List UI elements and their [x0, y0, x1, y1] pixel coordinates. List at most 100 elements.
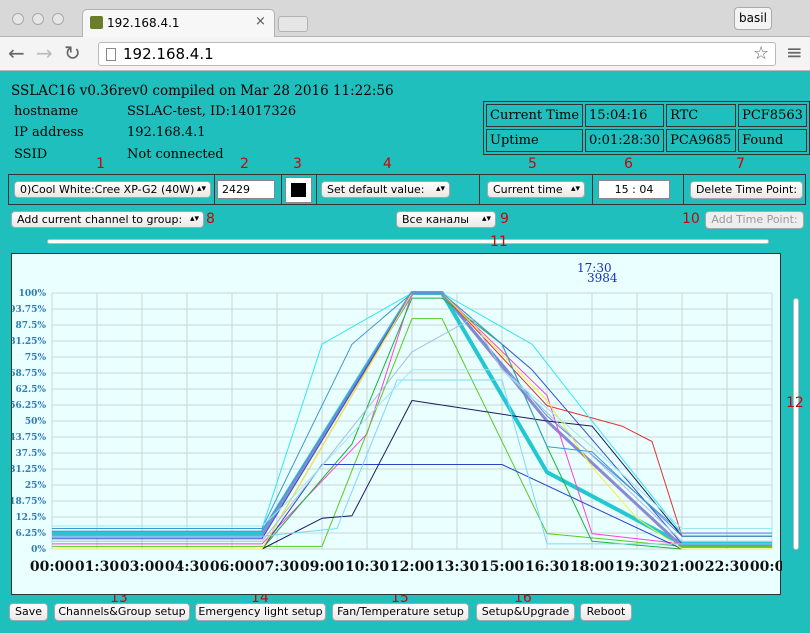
y-tick-label: 31.25%: [12, 465, 46, 475]
x-tick-label: 09:00: [300, 559, 344, 575]
y-tick-label: 93.75%: [12, 305, 46, 315]
browser-tab[interactable]: 192.168.4.1 ×: [82, 9, 275, 38]
url-text[interactable]: 192.168.4.1: [123, 45, 214, 63]
chart-svg[interactable]: 100% 93.75% 87.5% 81.25% 75% 68.75% 62.5% 56.25…: [9, 254, 794, 596]
group-select[interactable]: Add current channel to group: ▴▾: [11, 211, 204, 228]
y-tick-label: 87.5%: [16, 321, 47, 331]
time-input[interactable]: 15 : 04: [598, 180, 670, 199]
minimize-window-icon[interactable]: [32, 13, 44, 25]
page-title: SSLAC16 v0.36rev0 compiled on Mar 28 201…: [11, 83, 394, 99]
x-tick-label: 10:30: [345, 559, 389, 575]
marker-3: 3: [293, 156, 302, 172]
save-button[interactable]: Save: [9, 603, 48, 621]
marker-12: 12: [786, 395, 804, 411]
value-slider[interactable]: [793, 298, 799, 550]
color-picker[interactable]: [285, 177, 312, 203]
browser-toolbar: ← → ↻ 192.168.4.1 ☆ ≡: [0, 37, 810, 71]
schedule-chart[interactable]: 100% 93.75% 87.5% 81.25% 75% 68.75% 62.5% 56.25…: [9, 253, 794, 596]
default-value-text: Set default value:: [327, 183, 425, 196]
x-tick-label: 00:00: [30, 559, 74, 575]
marker-5: 5: [528, 156, 537, 172]
default-value-select[interactable]: Set default value: ▴▾: [321, 181, 450, 198]
chevron-down-icon: ▴▾: [196, 184, 206, 194]
setup-upgrade-button[interactable]: Setup&Upgrade: [476, 603, 575, 621]
profile-button[interactable]: basil: [734, 7, 772, 30]
reboot-button[interactable]: Reboot: [580, 603, 632, 621]
x-tick-label: 04:30: [165, 559, 209, 575]
channels-group-setup-button[interactable]: Channels&Group setup: [54, 603, 190, 621]
x-tick-label: 07:30: [255, 559, 299, 575]
y-tick-label: 18.75%: [12, 497, 46, 507]
current-time-value: 15:04:16: [585, 104, 665, 127]
y-tick-label: 43.75%: [12, 433, 46, 443]
y-tick-label: 6.25%: [16, 529, 47, 539]
time-slider[interactable]: [47, 239, 769, 244]
emergency-light-setup-button[interactable]: Emergency light setup: [195, 603, 326, 621]
chevron-down-icon: ▴▾: [570, 184, 580, 194]
x-tick-label: 03:00: [120, 559, 164, 575]
y-tick-label: 56.25%: [12, 401, 46, 411]
new-tab-button[interactable]: [278, 16, 308, 32]
x-tick-label: 22:30: [705, 559, 749, 575]
y-tick-label: 12.5%: [16, 513, 47, 523]
hostname-label: hostname: [14, 104, 79, 119]
channel-value-input[interactable]: 2429: [217, 180, 275, 199]
x-tick-label: 16:30: [525, 559, 569, 575]
favicon-icon: [90, 16, 103, 29]
y-tick-label: 0%: [31, 545, 46, 555]
close-window-icon[interactable]: [12, 13, 24, 25]
fan-temperature-setup-button[interactable]: Fan/Temperature setup: [332, 603, 469, 621]
tab-close-icon[interactable]: ×: [255, 14, 266, 29]
x-tick-label: 19:30: [615, 559, 659, 575]
channels-filter-select[interactable]: Все каналы ▴▾: [396, 211, 496, 228]
chevron-down-icon: ▴▾: [435, 184, 445, 194]
add-time-point-button[interactable]: Add Time Point:: [705, 211, 804, 229]
maximize-window-icon[interactable]: [52, 13, 64, 25]
marker-8: 8: [206, 211, 215, 227]
uptime-value: 0:01:28:30: [585, 129, 665, 152]
x-tick-label: 01:30: [75, 559, 119, 575]
x-tick-label: 18:00: [570, 559, 614, 575]
current-time-label: Current Time: [486, 104, 584, 127]
x-tick-label: 00:00: [750, 559, 782, 575]
tooltip-value: 3984: [587, 271, 618, 285]
y-tick-label: 75%: [25, 353, 47, 363]
back-icon[interactable]: ←: [8, 42, 25, 64]
marker-1: 1: [96, 156, 105, 172]
marker-2: 2: [240, 156, 249, 172]
bookmark-star-icon[interactable]: ☆: [753, 43, 769, 64]
pwm-chip: PCA9685: [666, 129, 737, 152]
group-select-text: Add current channel to group:: [17, 213, 183, 226]
x-tick-label: 13:30: [435, 559, 479, 575]
address-bar[interactable]: 192.168.4.1 ☆: [98, 42, 776, 66]
marker-11: 11: [490, 234, 508, 250]
rtc-chip: PCF8563: [738, 104, 807, 127]
forward-icon[interactable]: →: [36, 42, 53, 64]
page-icon: [106, 48, 116, 61]
channel-select-value: 0)Cool White:Cree XP-G2 (40W): [20, 183, 195, 196]
menu-icon[interactable]: ≡: [786, 41, 803, 63]
ssid-label: SSID: [14, 147, 48, 162]
x-tick-label: 06:00: [210, 559, 254, 575]
x-tick-label: 15:00: [480, 559, 524, 575]
y-tick-label: 81.25%: [12, 337, 46, 347]
time-mode-text: Current time: [493, 183, 563, 196]
delete-time-point-button[interactable]: Delete Time Point:: [690, 181, 803, 199]
ssid-value: Not connected: [127, 147, 224, 162]
y-tick-label: 68.75%: [12, 369, 46, 379]
marker-4: 4: [383, 156, 392, 172]
tab-title: 192.168.4.1: [107, 16, 180, 30]
reload-icon[interactable]: ↻: [64, 42, 81, 64]
hostname-value: SSLAC-test, ID:14017326: [127, 104, 297, 119]
y-tick-label: 50%: [25, 417, 47, 427]
color-swatch: [291, 183, 306, 197]
pwm-state: Found: [738, 129, 807, 152]
chevron-down-icon: ▴▾: [481, 214, 491, 224]
channel-select[interactable]: 0)Cool White:Cree XP-G2 (40W) ▴▾: [14, 181, 211, 198]
ip-label: IP address: [14, 125, 84, 140]
marker-6: 6: [624, 156, 633, 172]
y-tick-label: 37.5%: [16, 449, 47, 459]
uptime-label: Uptime: [486, 129, 584, 152]
time-mode-select[interactable]: Current time ▴▾: [487, 181, 585, 198]
chevron-down-icon: ▴▾: [189, 214, 199, 224]
